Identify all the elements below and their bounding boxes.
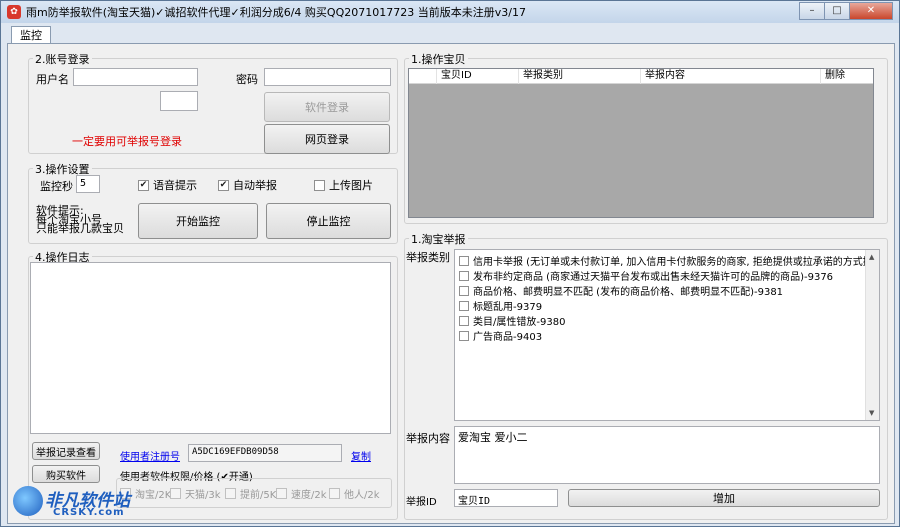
check-icon: ✔ [218, 179, 229, 191]
content-label: 举报内容 [406, 432, 450, 445]
report-records-button[interactable]: 举报记录查看 [32, 442, 100, 460]
login-warning: 一定要用可举报号登录 [72, 135, 182, 148]
category-label: 举报类别 [406, 251, 450, 264]
tab-monitor[interactable]: 监控 [11, 26, 51, 44]
watermark-logo-icon [13, 486, 43, 516]
report-id-input[interactable]: 宝贝ID [454, 489, 558, 507]
upload-image-label: 上传图片 [329, 179, 373, 192]
check-icon: ✔ [138, 179, 149, 191]
report-id-label: 举报ID [406, 497, 437, 508]
voice-prompt-label: 语音提示 [153, 179, 197, 192]
category-item[interactable]: 类目/属性错放-9380 [459, 313, 565, 328]
items-group-title: 1.操作宝贝 [409, 51, 468, 67]
col-delete[interactable]: 删除 [821, 69, 875, 84]
site-watermark: 非凡软件站 CRSKY.com [7, 482, 131, 522]
checklist-scrollbar[interactable]: ▲ ▼ [865, 250, 879, 420]
password-input[interactable] [264, 68, 391, 86]
software-login-button[interactable]: 软件登录 [264, 92, 390, 122]
upload-image-checkbox[interactable]: 上传图片 [314, 177, 373, 193]
scroll-down-icon[interactable]: ▼ [869, 409, 874, 417]
category-checklist[interactable]: 信用卡举报 (无订单或未付款订单, 加入信用卡付款服务的商家, 拒绝提供或拉承诺… [454, 249, 880, 421]
col-item-id[interactable]: 宝贝ID [437, 69, 519, 84]
close-button[interactable]: ✕ [849, 2, 893, 20]
perm-others-checkbox: 他人/2k [329, 486, 380, 501]
content-textarea[interactable]: 爱淘宝 爱小二 [454, 426, 880, 484]
scroll-up-icon[interactable]: ▲ [869, 253, 874, 261]
category-item[interactable]: 广告商品-9403 [459, 328, 542, 343]
category-item[interactable]: 发布非约定商品 (商家通过天猫平台发布或出售未经天猫许可的品牌的商品)-9376 [459, 268, 833, 283]
report-group-title: 1.淘宝举报 [409, 231, 468, 247]
tab-panel: 2.账号登录 用户名 密码 软件登录 一定要用可举报号登录 网页登录 3.操作设… [7, 43, 895, 524]
voice-prompt-checkbox[interactable]: ✔ 语音提示 [138, 177, 197, 193]
watermark-subtext: CRSKY.com [53, 507, 125, 518]
captcha-input[interactable] [160, 91, 198, 111]
add-button[interactable]: 增加 [568, 489, 880, 507]
registration-link[interactable]: 使用者注册号 [120, 448, 180, 463]
maximize-button[interactable]: □ [824, 2, 850, 20]
items-list-header: 宝贝ID 举报类别 举报内容 删除 [409, 69, 873, 84]
username-label: 用户名 [36, 73, 69, 86]
tip-line-3: 只能举报几款宝贝 [36, 222, 124, 235]
app-icon: ✿ [7, 5, 21, 19]
log-textarea[interactable] [30, 262, 391, 434]
registration-code-field: A5DC169EFDB09D58 [188, 444, 342, 462]
account-group-title: 2.账号登录 [33, 51, 92, 67]
auto-report-checkbox[interactable]: ✔ 自动举报 [218, 177, 277, 193]
category-item[interactable]: 商品价格、邮费明显不匹配 (发布的商品价格、邮费明显不匹配)-9381 [459, 283, 783, 298]
title-bar: ✿ 雨m防举报软件(淘宝天猫)✓诚招软件代理✓利润分成6/4 购买QQ20710… [1, 1, 899, 23]
app-window: ✿ 雨m防举报软件(淘宝天猫)✓诚招软件代理✓利润分成6/4 购买QQ20710… [0, 0, 900, 527]
stop-monitor-button[interactable]: 停止监控 [266, 203, 391, 239]
window-title: 雨m防举报软件(淘宝天猫)✓诚招软件代理✓利润分成6/4 购买QQ2071017… [26, 6, 526, 19]
buy-software-button[interactable]: 购买软件 [32, 465, 100, 483]
category-item[interactable]: 信用卡举报 (无订单或未付款订单, 加入信用卡付款服务的商家, 拒绝提供或拉承诺… [459, 253, 873, 268]
perm-speed-checkbox: 速度/2k [276, 486, 327, 501]
col-category[interactable]: 举报类别 [519, 69, 641, 84]
password-label: 密码 [236, 73, 258, 86]
minimize-button[interactable]: – [799, 2, 825, 20]
start-monitor-button[interactable]: 开始监控 [138, 203, 258, 239]
interval-label: 监控秒 [40, 180, 73, 193]
perm-tmall-checkbox: 天猫/3k [170, 486, 221, 501]
items-listview[interactable]: 宝贝ID 举报类别 举报内容 删除 [408, 68, 874, 218]
username-input[interactable] [73, 68, 198, 86]
col-content[interactable]: 举报内容 [641, 69, 821, 84]
perm-advance-checkbox: 提前/5K [225, 486, 276, 501]
copy-link[interactable]: 复制 [351, 448, 371, 463]
web-login-button[interactable]: 网页登录 [264, 124, 390, 154]
interval-input[interactable]: 5 [76, 175, 100, 193]
content-text: 爱淘宝 爱小二 [458, 431, 528, 444]
category-item[interactable]: 标题乱用-9379 [459, 298, 542, 313]
auto-report-label: 自动举报 [233, 179, 277, 192]
